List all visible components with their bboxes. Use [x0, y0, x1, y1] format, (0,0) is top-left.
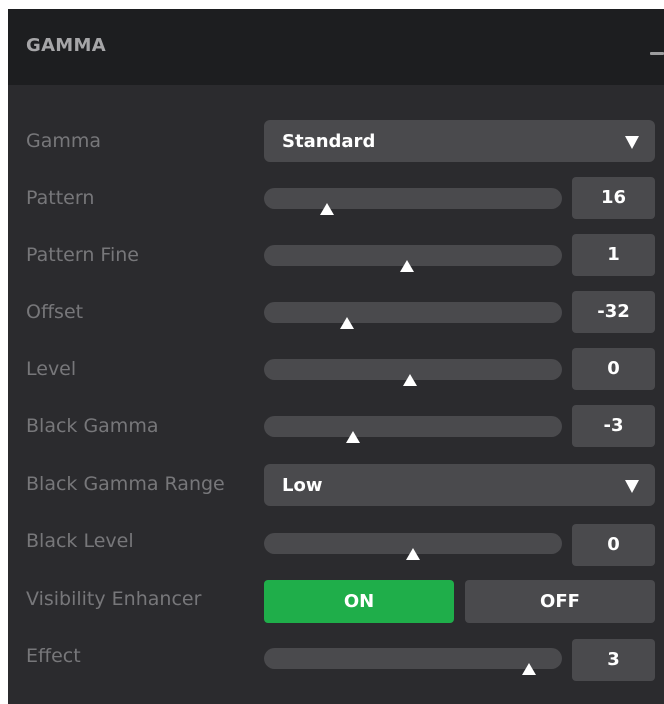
dropdown-arrow-icon [625, 136, 639, 149]
black-gamma-value[interactable]: -3 [572, 405, 655, 447]
dropdown-arrow-icon [625, 480, 639, 493]
panel-header: GAMMA [8, 9, 664, 85]
effect-label: Effect [26, 645, 81, 667]
offset-label: Offset [26, 301, 84, 323]
visibility-enhancer-on-button[interactable]: ON [264, 580, 454, 623]
pattern-value[interactable]: 16 [572, 177, 655, 219]
pattern-fine-slider-thumb-icon[interactable] [400, 260, 415, 272]
pattern-slider[interactable] [264, 188, 562, 215]
pattern-fine-value[interactable]: 1 [572, 234, 655, 276]
black-level-slider-thumb-icon[interactable] [406, 548, 420, 560]
collapse-minus-icon[interactable] [650, 52, 664, 55]
black-level-value[interactable]: 0 [572, 524, 655, 566]
black-level-label: Black Level [26, 530, 134, 552]
offset-slider[interactable] [264, 302, 562, 329]
gamma-dropdown[interactable]: Standard [264, 120, 655, 162]
level-value[interactable]: 0 [572, 348, 655, 390]
black-gamma-slider[interactable] [264, 416, 562, 443]
black-level-slider[interactable] [264, 533, 562, 560]
offset-slider-thumb-icon[interactable] [340, 317, 355, 329]
effect-slider[interactable] [264, 648, 562, 675]
visibility-enhancer-label: Visibility Enhancer [26, 588, 202, 610]
black-gamma-range-label: Black Gamma Range [26, 473, 225, 495]
pattern-slider-thumb-icon[interactable] [319, 203, 334, 215]
gamma-dropdown-value: Standard [282, 131, 376, 152]
gamma-label: Gamma [26, 130, 102, 152]
visibility-enhancer-off-button[interactable]: OFF [465, 580, 655, 623]
pattern-fine-slider[interactable] [264, 245, 562, 272]
black-gamma-range-dropdown[interactable]: Low [264, 464, 655, 506]
effect-value[interactable]: 3 [572, 639, 655, 681]
gamma-panel: GAMMA Gamma Standard Pattern 16 Pattern … [8, 9, 664, 704]
effect-slider-thumb-icon[interactable] [522, 663, 537, 675]
pattern-fine-label: Pattern Fine [26, 244, 139, 266]
black-gamma-slider-thumb-icon[interactable] [346, 431, 361, 443]
black-gamma-label: Black Gamma [26, 415, 159, 437]
level-slider-thumb-icon[interactable] [403, 374, 418, 386]
pattern-label: Pattern [26, 187, 95, 209]
offset-value[interactable]: -32 [572, 291, 655, 333]
black-gamma-range-dropdown-value: Low [282, 475, 323, 496]
panel-title: GAMMA [26, 35, 106, 56]
level-slider[interactable] [264, 359, 562, 386]
level-label: Level [26, 358, 77, 380]
